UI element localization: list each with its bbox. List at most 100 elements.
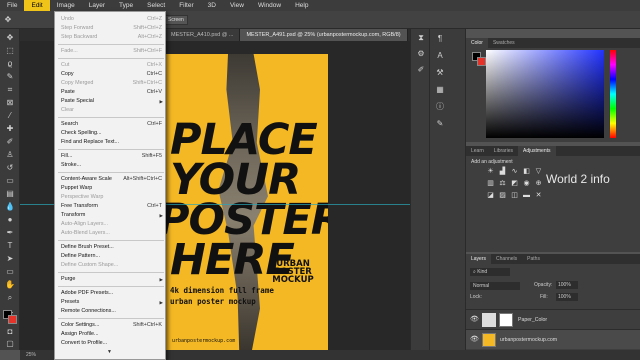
layer-filter-select[interactable]: ⌕ Kind: [470, 268, 510, 276]
hue-slider[interactable]: [610, 50, 616, 138]
menu-item-define-brush-preset[interactable]: Define Brush Preset...: [55, 243, 165, 252]
tab-channels[interactable]: Channels: [491, 254, 522, 264]
brushes-icon[interactable]: ✎: [434, 119, 446, 129]
marquee-icon[interactable]: ⬚: [4, 46, 16, 56]
menu-window[interactable]: Window: [251, 0, 288, 11]
menu-item-undo[interactable]: Undo Ctrl+Z: [55, 15, 165, 24]
menu-item-paste-special[interactable]: Paste Special ▶: [55, 97, 165, 106]
color-picker-field[interactable]: [486, 50, 604, 138]
tab-paths[interactable]: Paths: [522, 254, 545, 264]
zoom-icon[interactable]: ⌕: [4, 293, 16, 303]
history-brush-icon[interactable]: ↺: [4, 163, 16, 173]
opacity-field[interactable]: 100%: [556, 281, 578, 289]
levels-icon[interactable]: ▟: [498, 168, 507, 176]
tab-learn[interactable]: Learn: [466, 146, 489, 156]
layer-row-urbanpostermockup[interactable]: 👁 urbanpostermockup.com: [466, 329, 640, 349]
menu-scroll-down-icon[interactable]: ▼: [107, 349, 112, 355]
menu-item-fade[interactable]: Fade... Shift+Ctrl+F: [55, 47, 165, 56]
pen-icon[interactable]: ✒: [4, 228, 16, 238]
type-icon[interactable]: T: [4, 241, 16, 251]
move-tool-icon[interactable]: ✥: [2, 15, 14, 25]
brush-icon[interactable]: ✐: [4, 137, 16, 147]
menu-item-content-aware-scale[interactable]: Content-Aware Scale Alt+Shift+Ctrl+C: [55, 175, 165, 184]
menu-item-auto-blend-layers[interactable]: Auto-Blend Layers...: [55, 229, 165, 238]
menu-layer[interactable]: Layer: [82, 0, 112, 11]
layer-row-paper-color[interactable]: 👁 Paper_Color: [466, 309, 640, 329]
eraser-icon[interactable]: ▭: [4, 176, 16, 186]
layer-name[interactable]: Paper_Color: [518, 317, 547, 323]
tab-mester-a410[interactable]: MESTER_A410.psd @ ...: [165, 29, 241, 41]
menu-image[interactable]: Image: [50, 0, 82, 11]
blur-icon[interactable]: 💧: [4, 202, 16, 212]
menu-item-purge[interactable]: Purge ▶: [55, 275, 165, 284]
menu-item-paste[interactable]: Paste Ctrl+V: [55, 88, 165, 97]
fill-field[interactable]: 100%: [556, 293, 578, 301]
menu-item-puppet-warp[interactable]: Puppet Warp: [55, 184, 165, 193]
menu-item-perspective-warp[interactable]: Perspective Warp: [55, 193, 165, 202]
menu-item-check-spelling[interactable]: Check Spelling...: [55, 129, 165, 138]
path-select-icon[interactable]: ➤: [4, 254, 16, 264]
menu-view[interactable]: View: [223, 0, 251, 11]
black-white-icon[interactable]: ◩: [510, 180, 519, 188]
poster-canvas[interactable]: PLACE YOUR POSTER HERE 4k dimension full…: [166, 54, 328, 350]
info-icon[interactable]: ⓘ: [434, 102, 446, 112]
menu-item-define-pattern[interactable]: Define Pattern...: [55, 252, 165, 261]
layer-name[interactable]: urbanpostermockup.com: [500, 337, 557, 343]
hand-icon[interactable]: ✋: [4, 280, 16, 290]
tab-adjustments[interactable]: Adjustments: [517, 146, 556, 156]
menu-item-step-backward[interactable]: Step Backward Alt+Ctrl+Z: [55, 33, 165, 42]
menu-filter[interactable]: Filter: [172, 0, 200, 11]
swatches-icon[interactable]: ▦: [434, 85, 446, 95]
visibility-eye-icon[interactable]: 👁: [470, 315, 479, 323]
vibrance-icon[interactable]: ▽: [534, 168, 543, 176]
photo-filter-icon[interactable]: ◉: [522, 180, 531, 188]
hue-saturation-icon[interactable]: ▥: [486, 180, 495, 188]
menu-item-define-custom-shape[interactable]: Define Custom Shape...: [55, 261, 165, 270]
menu-item-copy[interactable]: Copy Ctrl+C: [55, 70, 165, 79]
menu-file[interactable]: File: [0, 0, 24, 11]
gradient-map-icon[interactable]: ▬: [522, 192, 531, 200]
tab-libraries[interactable]: Libraries: [489, 146, 518, 156]
eyedropper-icon[interactable]: ⁄: [4, 111, 16, 121]
threshold-icon[interactable]: ◫: [510, 192, 519, 200]
tab-mester-a491[interactable]: MESTER_A491.psd @ 25% (urbanpostermockup…: [240, 29, 408, 41]
menu-item-find-and-replace-text[interactable]: Find and Replace Text...: [55, 138, 165, 147]
menu-item-auto-align-layers[interactable]: Auto-Align Layers...: [55, 220, 165, 229]
tool-presets-icon[interactable]: ⚒: [434, 68, 446, 78]
rectangle-icon[interactable]: ▭: [4, 267, 16, 277]
menu-item-transform[interactable]: Transform ▶: [55, 211, 165, 220]
crop-icon[interactable]: ⌗: [4, 85, 16, 95]
frame-icon[interactable]: ⊠: [4, 98, 16, 108]
background-color-swatch[interactable]: [8, 315, 17, 324]
menu-item-cut[interactable]: Cut Ctrl+X: [55, 61, 165, 70]
selective-color-icon[interactable]: ✕: [534, 192, 543, 200]
menu-edit[interactable]: Edit: [24, 0, 50, 11]
menu-item-clear[interactable]: Clear: [55, 106, 165, 115]
menu-item-free-transform[interactable]: Free Transform Ctrl+T: [55, 202, 165, 211]
zoom-level[interactable]: 25%: [26, 352, 36, 358]
menu-item-search[interactable]: Search Ctrl+F: [55, 120, 165, 129]
tab-swatches[interactable]: Swatches: [488, 38, 520, 48]
color-balance-icon[interactable]: ⚖: [498, 180, 507, 188]
gradient-icon[interactable]: ▤: [4, 189, 16, 199]
menu-item-copy-merged[interactable]: Copy Merged Shift+Ctrl+C: [55, 79, 165, 88]
channel-mixer-icon[interactable]: ⊕: [534, 180, 543, 188]
menu-item-fill[interactable]: Fill... Shift+F5: [55, 152, 165, 161]
menu-item-step-forward[interactable]: Step Forward Shift+Ctrl+Z: [55, 24, 165, 33]
brush-settings-icon[interactable]: ✐: [415, 65, 427, 75]
clone-stamp-icon[interactable]: ♙: [4, 150, 16, 160]
menu-item-color-settings[interactable]: Color Settings... Shift+Ctrl+K: [55, 321, 165, 330]
invert-icon[interactable]: ◪: [486, 192, 495, 200]
screen-mode-icon[interactable]: ▢: [4, 339, 16, 349]
paragraph-icon[interactable]: ¶: [434, 34, 446, 44]
menu-type[interactable]: Type: [112, 0, 140, 11]
color-panel-background[interactable]: [477, 57, 486, 66]
menu-item-stroke[interactable]: Stroke...: [55, 161, 165, 170]
properties-icon[interactable]: ⚙: [415, 49, 427, 59]
quick-mask-icon[interactable]: ◘: [4, 327, 16, 337]
tab-color[interactable]: Color: [466, 38, 488, 48]
curves-icon[interactable]: ∿: [510, 168, 519, 176]
menu-3d[interactable]: 3D: [201, 0, 223, 11]
menu-item-convert-to-profile[interactable]: Convert to Profile...: [55, 339, 165, 348]
blend-mode-select[interactable]: Normal: [470, 282, 520, 290]
